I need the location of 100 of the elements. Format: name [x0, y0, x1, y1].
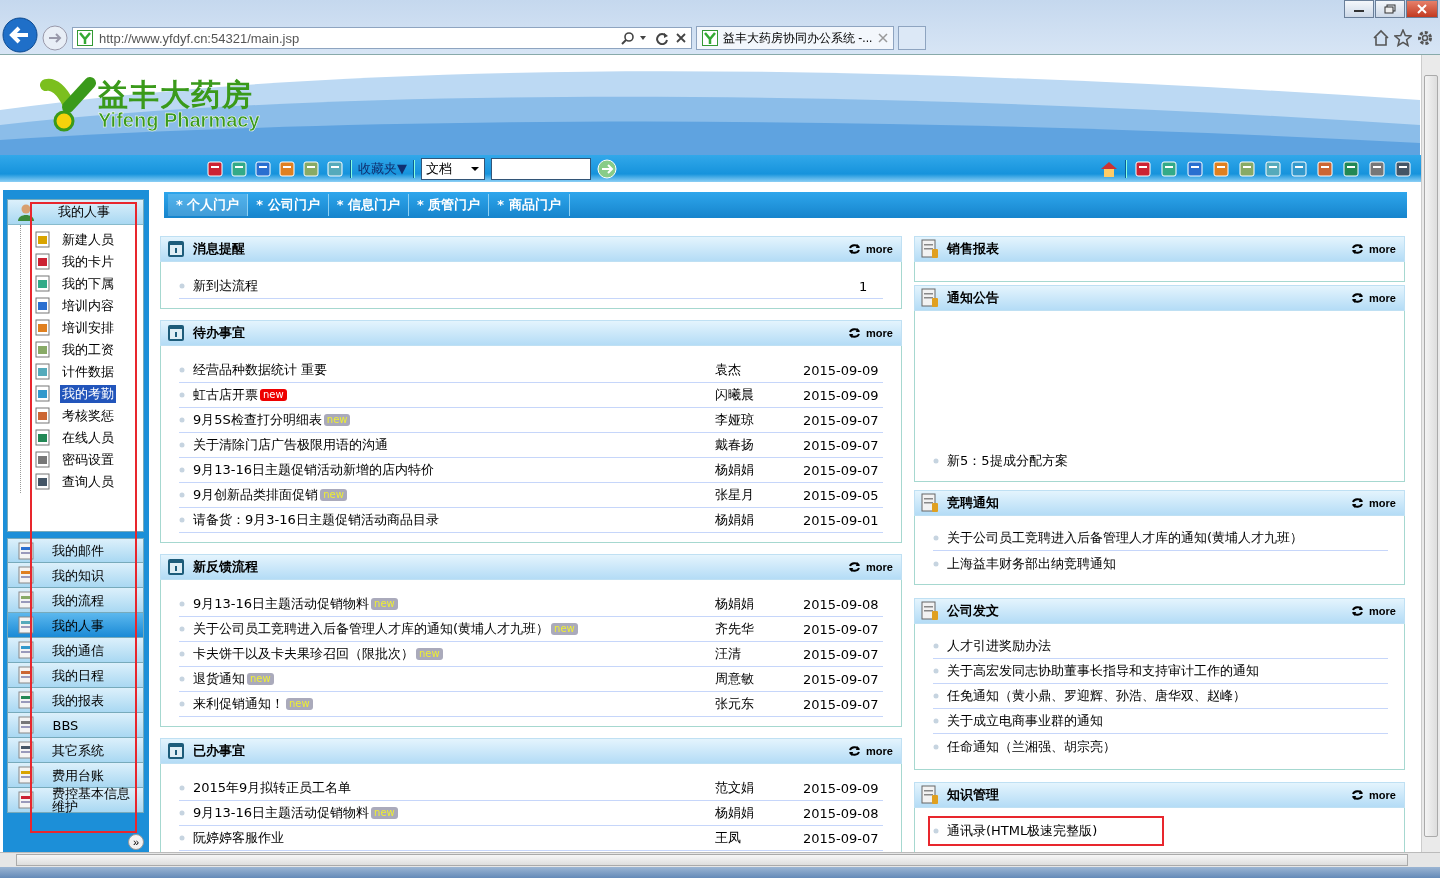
item-link[interactable]: 上海益丰财务部出纳竞聘通知	[947, 554, 1116, 573]
menu-item[interactable]: 我的工资	[60, 341, 116, 359]
browser-tab[interactable]: 益丰大药房协同办公系统 -...	[696, 26, 894, 50]
menu-item[interactable]: 计件数据	[60, 363, 116, 381]
tool-icon[interactable]	[1341, 159, 1361, 178]
tool-icon[interactable]	[1315, 159, 1335, 178]
favorites-link[interactable]: 收藏夹▼	[358, 159, 407, 178]
tool-icon[interactable]	[1263, 159, 1283, 178]
item-link[interactable]: 通讯录(HTML极速完整版)	[947, 821, 1098, 840]
module-button[interactable]: 我的人事	[7, 613, 144, 638]
horizontal-scrollbar[interactable]	[0, 852, 1440, 867]
item-link[interactable]: 虹古店开票	[193, 386, 258, 404]
menu-item[interactable]: 考核奖惩	[60, 407, 116, 425]
tool-icon[interactable]	[1289, 159, 1309, 178]
module-button[interactable]: 我的流程	[7, 588, 144, 613]
item-link[interactable]: 9月13-16日主题促销活动新增的店内特价	[193, 461, 435, 479]
tool-icon[interactable]	[1185, 159, 1205, 178]
tool-icon[interactable]	[206, 159, 224, 178]
document-icon	[921, 288, 939, 308]
item-link[interactable]: 任免通知（黄小鼎、罗迎辉、孙浩、唐华双、赵峰）	[947, 687, 1246, 705]
tool-icon[interactable]	[1393, 159, 1413, 178]
item-link[interactable]: 2015年9月拟转正员工名单	[193, 779, 352, 797]
tool-icon[interactable]	[1237, 159, 1257, 178]
new-tab-button[interactable]	[898, 26, 926, 50]
menu-item[interactable]: 查询人员	[60, 473, 116, 491]
menu-item[interactable]: 我的下属	[60, 275, 116, 293]
tool-icon[interactable]	[326, 159, 344, 178]
item-link[interactable]: 关于高宏发同志协助董事长指导和支持审计工作的通知	[947, 662, 1259, 680]
item-link[interactable]: 卡夫饼干以及卡夫果珍召回（限批次）	[193, 645, 414, 663]
tool-icon[interactable]	[302, 159, 320, 178]
more-link[interactable]: more	[1351, 497, 1396, 509]
minimize-button[interactable]	[1344, 0, 1374, 18]
item-link[interactable]: 阮婷婷客服作业	[193, 829, 284, 847]
section-header[interactable]: 我的人事	[8, 200, 143, 225]
more-link[interactable]: more	[1351, 605, 1396, 617]
home-icon[interactable]	[1372, 29, 1390, 47]
refresh-icon[interactable]	[655, 31, 669, 45]
item-link[interactable]: 新到达流程	[193, 277, 258, 295]
tool-icon[interactable]	[1133, 159, 1153, 178]
tool-icon[interactable]	[1159, 159, 1179, 178]
search-field[interactable]	[491, 157, 591, 180]
star-icon[interactable]	[1394, 29, 1412, 47]
maximize-button[interactable]	[1375, 0, 1405, 18]
collapse-button[interactable]: »	[128, 834, 144, 850]
more-link[interactable]: more	[848, 561, 893, 573]
menu-item[interactable]: 新建人员	[60, 231, 116, 249]
item-link[interactable]: 来利促销通知！	[193, 695, 284, 713]
item-link[interactable]: 人才引进奖励办法	[947, 637, 1051, 655]
menu-item[interactable]: 在线人员	[60, 429, 116, 447]
more-link[interactable]: more	[1351, 243, 1396, 255]
tool-icon[interactable]	[230, 159, 248, 178]
close-icon[interactable]	[675, 32, 687, 44]
module-button[interactable]: 我的通信	[7, 638, 144, 663]
forward-icon[interactable]	[42, 25, 68, 51]
menu-item[interactable]: 培训安排	[60, 319, 116, 337]
go-icon[interactable]	[597, 158, 617, 179]
search-icon[interactable]	[621, 31, 649, 45]
module-button[interactable]: 我的报表	[7, 688, 144, 713]
tool-icon[interactable]	[278, 159, 296, 178]
tool-icon[interactable]	[254, 159, 272, 178]
more-link[interactable]: more	[848, 327, 893, 339]
module-button[interactable]: 其它系统	[7, 738, 144, 763]
item-link[interactable]: 退货通知	[193, 670, 245, 688]
item-link[interactable]: 9月创新品类排面促销	[193, 486, 319, 504]
home-icon[interactable]	[1099, 159, 1119, 178]
item-link[interactable]: 请备货：9月3-16日主题促销活动商品目录	[193, 511, 439, 529]
more-link[interactable]: more	[1351, 789, 1396, 801]
more-link[interactable]: more	[848, 745, 893, 757]
back-icon[interactable]	[2, 17, 38, 53]
module-button[interactable]: BBS	[7, 713, 144, 738]
item-link[interactable]: 9月13-16日主题活动促销物料	[193, 595, 370, 613]
item-link[interactable]: 9月13-16日主题活动促销物料	[193, 804, 370, 822]
module-button[interactable]: 费控基本信息维护	[7, 788, 144, 813]
menu-item[interactable]: 我的考勤	[60, 385, 116, 403]
item-link[interactable]: 关于清除门店广告极限用语的沟通	[193, 436, 388, 454]
item-link[interactable]: 关于公司员工竞聘进入后备管理人才库的通知(黄埔人才九班）	[193, 620, 550, 638]
scope-dropdown[interactable]: 文档	[421, 157, 485, 180]
item-link[interactable]: 任命通知（兰湘强、胡宗亮）	[947, 737, 1116, 756]
panel-title: 已办事宜	[193, 742, 246, 760]
close-button[interactable]	[1406, 0, 1438, 18]
address-field[interactable]: http://www.yfdyf.cn:54321/main.jsp	[72, 27, 692, 49]
item-link[interactable]: 新5：5提成分配方案	[947, 451, 1068, 470]
tool-icon[interactable]	[1367, 159, 1387, 178]
tool-icon[interactable]	[1211, 159, 1231, 178]
item-link[interactable]: 9月5S检查打分明细表	[193, 411, 322, 429]
vertical-scrollbar[interactable]	[1421, 55, 1440, 852]
menu-item[interactable]: 培训内容	[60, 297, 116, 315]
module-button[interactable]: 费用台账	[7, 763, 144, 788]
menu-item[interactable]: 密码设置	[60, 451, 116, 469]
item-link[interactable]: 关于公司员工竞聘进入后备管理人才库的通知(黄埔人才九班）	[947, 529, 1304, 547]
module-button[interactable]: 我的日程	[7, 663, 144, 688]
more-link[interactable]: more	[848, 243, 893, 255]
person-name: 齐先华	[715, 620, 755, 638]
menu-item[interactable]: 我的卡片	[60, 253, 116, 271]
item-link[interactable]: 关于成立电商事业群的通知	[947, 712, 1103, 730]
module-button[interactable]: 我的邮件	[7, 538, 144, 563]
settings-icon[interactable]	[1416, 29, 1434, 47]
more-link[interactable]: more	[1351, 292, 1396, 304]
item-link[interactable]: 经营品种数据统计 重要	[193, 361, 328, 379]
module-button[interactable]: 我的知识	[7, 563, 144, 588]
